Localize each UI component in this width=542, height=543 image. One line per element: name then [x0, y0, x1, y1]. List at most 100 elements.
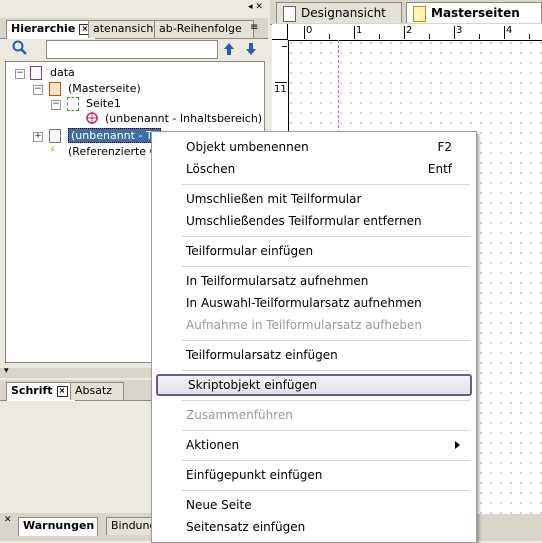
menu-item-insert-subform[interactable]: Teilformular einfügen — [156, 240, 472, 262]
menu-item-insert-page-set[interactable]: Seitensatz einfügen — [156, 516, 472, 538]
submenu-arrow-icon — [455, 441, 460, 449]
close-icon[interactable]: ✕ — [4, 515, 12, 525]
horizontal-ruler: 0 1 2 3 4 — [288, 24, 542, 41]
menu-item-label: Objekt umbenennen — [186, 140, 309, 154]
page-icon — [283, 6, 296, 22]
move-down-icon[interactable] — [245, 42, 257, 56]
search-icon[interactable] — [12, 40, 30, 58]
panel-arrows-icon[interactable]: ◂ ✕ — [248, 2, 266, 16]
menu-item-label: In Auswahl-Teilformularsatz aufnehmen — [186, 296, 422, 310]
menu-item-label: Aktionen — [186, 438, 240, 452]
collapse-icon[interactable]: − — [51, 100, 61, 110]
menu-item-remove-from-subform-set: Aufnahme in Teilformularsatz aufheben — [156, 314, 472, 336]
menu-item-insert-subform-set[interactable]: Teilformularsatz einfügen — [156, 344, 472, 366]
tree-item-label: (Masterseite) — [68, 82, 141, 95]
menu-item-wrap-subform[interactable]: Umschließen mit Teilformular — [156, 188, 472, 210]
tab-label: Bindung — [111, 519, 157, 532]
tab-schrift[interactable]: Schrift × — [6, 382, 76, 401]
menu-separator — [182, 490, 470, 491]
subform-icon — [49, 129, 61, 143]
ruler-label: 1 — [356, 25, 363, 36]
ruler-corner — [272, 24, 288, 40]
collapse-icon[interactable]: − — [15, 69, 25, 79]
close-icon[interactable]: × — [56, 385, 68, 397]
menu-item-label: Skriptobjekt einfügen — [188, 378, 318, 392]
script-icon: ⚡ — [49, 145, 57, 156]
tree-item-seite1[interactable]: Seite1 — [86, 96, 121, 111]
collapse-icon[interactable]: − — [33, 85, 43, 95]
menu-item-label: Teilformularsatz einfügen — [186, 348, 338, 362]
tree-item-label: data — [50, 66, 75, 79]
menu-item-delete[interactable]: Löschen Entf — [156, 158, 472, 180]
tab-tab-reihenfolge[interactable]: ab-Reihenfolge — [154, 20, 254, 38]
tab-label: Schrift — [11, 384, 53, 397]
menu-item-label: Teilformular einfügen — [186, 244, 314, 258]
page-icon — [67, 97, 79, 111]
menu-item-label: Löschen — [186, 162, 236, 176]
menu-item-label: Neue Seite — [186, 498, 252, 512]
tab-label: Warnungen — [23, 519, 95, 532]
panel-menu-icon[interactable]: ≡ — [250, 22, 264, 34]
menu-item-label: In Teilformularsatz aufnehmen — [186, 274, 369, 288]
expand-icon[interactable]: + — [33, 132, 43, 142]
menu-separator — [182, 236, 470, 237]
tab-warnungen[interactable]: Warnungen — [18, 517, 98, 536]
menu-item-actions[interactable]: Aktionen — [156, 434, 472, 456]
tree-item-inhaltsbereich[interactable]: (unbenannt - Inhaltsbereich) — [105, 111, 262, 126]
tab-label: Absatz — [75, 384, 113, 397]
tree-item-label: (unbenannt - Te — [68, 128, 161, 143]
menu-shortcut: F2 — [437, 140, 452, 154]
menu-item-label: Zusammenführen — [186, 408, 293, 422]
tab-label: atenansicht — [93, 22, 158, 35]
tree-item-selected[interactable]: (unbenannt - Te — [68, 128, 161, 143]
ruler-label: 0 — [306, 25, 313, 36]
tree-item-label: (Referenzierte O — [68, 145, 159, 158]
tab-masterseiten[interactable]: Masterseiten — [406, 2, 542, 23]
menu-separator — [182, 340, 470, 341]
menu-item-label: Seitensatz einfügen — [186, 520, 306, 534]
menu-separator — [182, 370, 470, 371]
menu-item-insert-script-object[interactable]: Skriptobjekt einfügen — [156, 374, 472, 396]
tab-designansicht[interactable]: Designansicht — [276, 2, 402, 23]
tab-label: Hierarchie — [11, 22, 76, 35]
ruler-label: 3 — [456, 25, 463, 36]
tab-absatz[interactable]: Absatz — [70, 382, 124, 400]
menu-item-insert-insertion-point[interactable]: Einfügepunkt einfügen — [156, 464, 472, 486]
content-area-icon — [86, 112, 98, 124]
tree-item-label: (unbenannt - Inhaltsbereich) — [105, 112, 263, 125]
ruler-label: 4 — [506, 25, 513, 36]
tab-label: ab-Reihenfolge — [159, 22, 242, 35]
menu-separator — [182, 266, 470, 267]
menu-item-label: Umschließen mit Teilformular — [186, 192, 362, 206]
master-page-icon — [49, 82, 61, 96]
ruler-label: 11 — [274, 84, 287, 95]
form-icon — [30, 66, 42, 80]
collapse-icon[interactable]: ▾ — [4, 366, 9, 376]
tab-hierarchie[interactable]: Hierarchie × — [6, 20, 96, 39]
menu-separator — [182, 460, 470, 461]
tab-label: Designansicht — [301, 6, 386, 20]
menu-item-remove-wrapping-subform[interactable]: Umschließendes Teilformular entfernen — [156, 210, 472, 232]
tab-label: Masterseiten — [431, 6, 520, 20]
move-up-icon[interactable] — [223, 42, 235, 56]
tree-item-referenzierte[interactable]: (Referenzierte O — [68, 144, 158, 159]
tab-datenansicht[interactable]: atenansicht — [88, 20, 162, 38]
document-tabbar: Designansicht Masterseiten — [270, 0, 542, 25]
hierarchy-tabbar: Hierarchie × atenansicht ab-Reihenfolge ≡ — [0, 18, 268, 39]
menu-item-rename[interactable]: Objekt umbenennen F2 — [156, 136, 472, 158]
search-input[interactable] — [46, 40, 218, 59]
menu-item-label: Aufnahme in Teilformularsatz aufheben — [186, 318, 422, 332]
menu-item-new-page[interactable]: Neue Seite — [156, 494, 472, 516]
menu-item-merge: Zusammenführen — [156, 404, 472, 426]
tree-item-masterseite[interactable]: (Masterseite) — [68, 81, 141, 96]
menu-item-label: Umschließendes Teilformular entfernen — [186, 214, 422, 228]
menu-item-add-to-choice-subform-set[interactable]: In Auswahl-Teilformularsatz aufnehmen — [156, 292, 472, 314]
tree-item-data[interactable]: data — [50, 65, 75, 80]
tree-item-label: Seite1 — [86, 97, 121, 110]
master-page-icon — [413, 6, 426, 22]
menu-shortcut: Entf — [427, 162, 452, 176]
menu-item-add-to-subform-set[interactable]: In Teilformularsatz aufnehmen — [156, 270, 472, 292]
menu-separator — [182, 400, 470, 401]
menu-separator — [182, 430, 470, 431]
menu-item-label: Einfügepunkt einfügen — [186, 468, 323, 482]
